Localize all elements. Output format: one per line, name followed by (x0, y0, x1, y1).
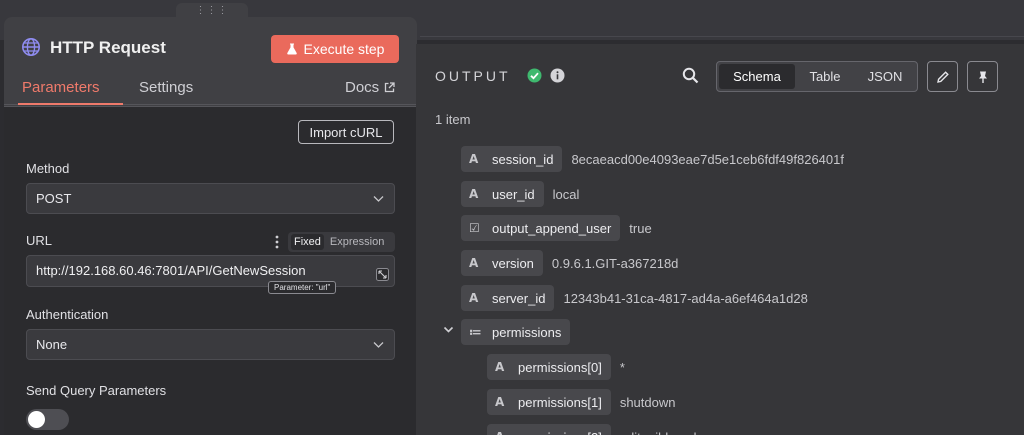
field-key: permissions[0] (518, 359, 602, 375)
field-key: server_id (492, 290, 546, 306)
field-value: shutdown (619, 394, 676, 410)
url-input[interactable]: http://192.168.60.46:7801/API/GetNewSess… (26, 255, 395, 287)
expand-editor-icon[interactable] (376, 268, 389, 281)
schema-field-chip[interactable]: A version (461, 250, 543, 276)
canvas-divider (420, 36, 1024, 37)
schema-field-chip[interactable]: ≔ permissions (461, 319, 571, 345)
schema-row: A permissions[2] edit_gild_code (487, 424, 704, 435)
chevron-down-icon (373, 196, 384, 202)
pin-icon (978, 71, 987, 83)
view-tab-table[interactable]: Table (797, 64, 853, 89)
tab-settings[interactable]: Settings (139, 79, 193, 96)
string-type-icon: A (469, 256, 479, 270)
method-value: POST (36, 191, 72, 206)
item-count: 1 item (435, 112, 471, 127)
execute-step-label: Execute step (303, 41, 385, 57)
execute-step-button[interactable]: Execute step (271, 35, 399, 63)
field-key: permissions (492, 324, 562, 340)
string-type-icon: A (469, 152, 479, 166)
list-type-icon: ≔ (469, 325, 482, 339)
url-mode-expression[interactable]: Expression (327, 236, 387, 248)
output-view-tabs: Schema Table JSON (716, 61, 918, 92)
schema-row: ≔ permissions (461, 319, 571, 345)
flask-icon (286, 43, 297, 55)
authentication-select[interactable]: None (26, 329, 395, 360)
field-value: edit_gild_code (620, 430, 704, 435)
import-curl-button[interactable]: Import cURL (298, 120, 394, 144)
globe-icon (22, 38, 40, 56)
field-key: version (492, 255, 534, 271)
output-title: OUTPUT (435, 68, 511, 84)
schema-row: A user_id local (461, 181, 579, 207)
panel-header: HTTP Request Execute step Parameters Set… (4, 17, 417, 105)
schema-row: A permissions[1] shutdown (487, 389, 675, 415)
panel-tabs: Parameters Settings Docs (4, 75, 417, 105)
parameters-panel: HTTP Request Execute step Parameters Set… (4, 17, 417, 435)
field-key: permissions[2] (518, 430, 602, 435)
schema-row: A server_id 12343b41-31ca-4817-ad4a-a6ef… (461, 285, 808, 311)
url-label: URL (26, 233, 53, 248)
field-key: permissions[1] (518, 394, 602, 410)
authentication-label: Authentication (26, 307, 109, 322)
string-type-icon: A (469, 187, 479, 201)
output-panel: OUTPUT Schema Table JSON 1 item A sessio… (416, 44, 1024, 435)
node-title: HTTP Request (50, 38, 166, 57)
parameters-body: Import cURL Method POST URL Fixed Expres… (4, 106, 417, 435)
external-link-icon (385, 82, 395, 93)
schema-field-chip[interactable]: ☑ output_append_user (461, 215, 621, 241)
toggle-knob (28, 411, 45, 428)
docs-label: Docs (345, 79, 380, 96)
schema-field-chip[interactable]: A permissions[0] (487, 354, 611, 380)
field-value: local (552, 186, 580, 202)
edit-output-button[interactable] (927, 61, 958, 92)
more-vertical-icon[interactable] (273, 234, 281, 250)
url-mode-toggle: Fixed Expression (288, 232, 395, 252)
string-type-icon: A (495, 395, 505, 409)
url-parameter-tooltip: Parameter: "url" (268, 281, 337, 294)
pencil-icon (936, 70, 949, 83)
field-value: 0.9.6.1.GIT-a367218d (551, 255, 679, 271)
field-key: user_id (492, 186, 535, 202)
schema-field-chip[interactable]: A permissions[1] (487, 389, 611, 415)
field-value: 8ecaeacd00e4093eae7d5e1ceb6fdf49f826401f (571, 151, 844, 167)
info-icon[interactable] (550, 68, 565, 83)
view-tab-json[interactable]: JSON (855, 64, 915, 89)
pin-output-button[interactable] (967, 61, 998, 92)
search-icon[interactable] (682, 67, 699, 84)
schema-field-chip[interactable]: A permissions[2] (487, 424, 611, 435)
url-value: http://192.168.60.46:7801/API/GetNewSess… (36, 263, 306, 278)
string-type-icon: A (469, 291, 479, 305)
schema-row: A session_id 8ecaeacd00e4093eae7d5e1ceb6… (461, 146, 844, 172)
tab-parameters[interactable]: Parameters (22, 79, 100, 96)
schema-field-chip[interactable]: A user_id (461, 181, 544, 207)
schema-row: A version 0.9.6.1.GIT-a367218d (461, 250, 678, 276)
schema-field-chip[interactable]: A server_id (461, 285, 555, 311)
view-tab-schema[interactable]: Schema (719, 64, 795, 89)
send-query-label: Send Query Parameters (26, 383, 167, 398)
boolean-type-icon: ☑ (469, 221, 480, 235)
field-key: output_append_user (492, 220, 612, 236)
authentication-value: None (36, 337, 68, 352)
url-mode-fixed[interactable]: Fixed (291, 234, 324, 250)
method-label: Method (26, 161, 70, 176)
string-type-icon: A (495, 360, 505, 374)
check-circle-icon (527, 68, 542, 83)
chevron-down-icon (373, 342, 384, 348)
docs-link[interactable]: Docs (345, 79, 395, 96)
schema-row: ☑ output_append_user true (461, 215, 652, 241)
field-value: true (629, 220, 652, 236)
send-query-toggle[interactable] (26, 409, 69, 430)
schema-field-chip[interactable]: A session_id (461, 146, 563, 172)
chevron-down-icon[interactable] (443, 324, 454, 335)
string-type-icon: A (495, 430, 509, 435)
method-select[interactable]: POST (26, 183, 395, 214)
field-value: 12343b41-31ca-4817-ad4a-a6ef464a1d28 (563, 290, 808, 306)
field-value: * (619, 359, 625, 375)
active-tab-indicator (18, 103, 123, 105)
field-key: session_id (492, 151, 554, 167)
schema-row: A permissions[0] * (487, 354, 625, 380)
